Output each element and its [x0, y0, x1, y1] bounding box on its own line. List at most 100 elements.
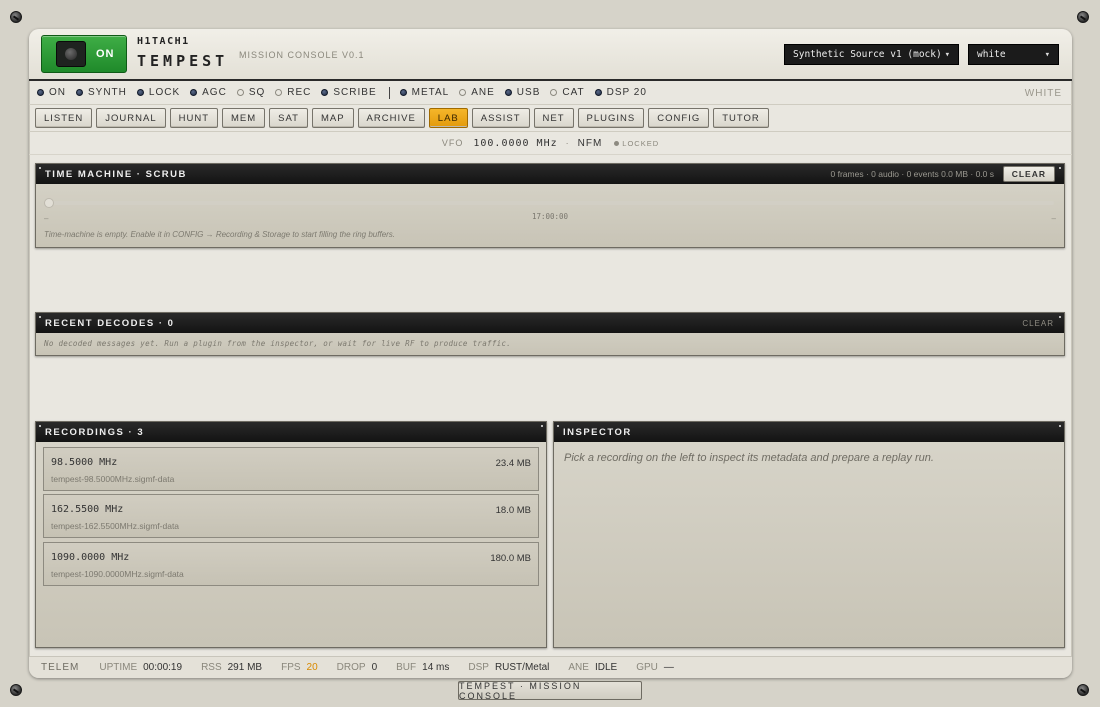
tab-plugins[interactable]: PLUGINS: [577, 108, 645, 128]
screw-top-left: [10, 11, 22, 23]
indicator-usb: USB: [504, 87, 541, 98]
inspector-placeholder: Pick a recording on the left to inspect …: [564, 452, 934, 464]
recording-item[interactable]: 162.5500 MHz 18.0 MB tempest-162.5500MHz…: [43, 494, 539, 538]
scrub-end-label: –: [1051, 214, 1056, 223]
tab-journal[interactable]: JOURNAL: [96, 108, 166, 128]
recordings-panel: RECORDINGS · 3 98.5000 MHz 23.4 MB tempe…: [35, 421, 547, 648]
fps-value: 20: [306, 662, 318, 673]
recording-item[interactable]: 98.5000 MHz 23.4 MB tempest-98.5000MHz.s…: [43, 447, 539, 491]
indicator-metal: METAL: [399, 87, 450, 98]
led-icon: [236, 89, 244, 96]
tab-assist[interactable]: ASSIST: [471, 108, 530, 128]
clear-button[interactable]: CLEAR: [1022, 319, 1054, 328]
led-icon: [594, 89, 602, 96]
ane-label: ANE: [568, 662, 589, 673]
theme-select-value: white: [977, 49, 1006, 60]
inspector-panel: INSPECTOR Pick a recording on the left t…: [553, 421, 1065, 648]
brand-name: TEMPEST: [137, 52, 229, 70]
scrub-handle[interactable]: [44, 198, 54, 208]
led-icon: [190, 89, 198, 96]
tab-tutor[interactable]: TUTOR: [713, 108, 769, 128]
theme-select[interactable]: white ▾: [968, 44, 1059, 65]
recording-filename: tempest-98.5000MHz.sigmf-data: [51, 474, 175, 484]
telemetry-label: TELEM: [41, 662, 80, 673]
led-icon: [76, 89, 83, 96]
indicator-lock: LOCK: [136, 87, 180, 98]
indicator-sq: SQ: [236, 87, 265, 98]
ane-value: IDLE: [594, 662, 618, 673]
brand-subtitle: MISSION CONSOLE V0.1: [239, 50, 365, 60]
tab-listen[interactable]: LISTEN: [35, 108, 93, 128]
buf-label: BUF: [396, 662, 417, 673]
scrub-slider[interactable]: [44, 198, 1054, 208]
uptime-label: UPTIME: [99, 662, 138, 673]
scrub-time-label: 17:00:00: [531, 212, 569, 221]
vfo-bar: VFO 100.0000 MHz · NFM LOCKED: [29, 132, 1072, 155]
recent-decodes-panel: RECENT DECODES · 0 CLEAR No decoded mess…: [35, 312, 1065, 356]
vfo-separator: ·: [565, 138, 570, 148]
lock-status: LOCKED: [614, 139, 659, 148]
recording-frequency: 98.5000 MHz: [51, 457, 118, 468]
theme-label: WHITE: [1024, 88, 1062, 99]
recording-frequency: 1090.0000 MHz: [51, 552, 130, 563]
led-icon: [504, 89, 512, 96]
led-icon: [399, 89, 407, 96]
chevron-down-icon: ▾: [1044, 49, 1050, 60]
drop-label: DROP: [336, 662, 366, 673]
vfo-mode[interactable]: NFM: [578, 138, 603, 149]
led-icon: [459, 89, 467, 96]
screw-bottom-right: [1077, 684, 1089, 696]
empty-note: No decoded messages yet. Run a plugin fr…: [44, 339, 512, 348]
dsp-label: DSP: [468, 662, 489, 673]
gpu-value: —: [663, 662, 674, 673]
panel-header: RECORDINGS · 3: [36, 422, 546, 442]
header: ON H1TACH1 TEMPEST MISSION CONSOLE V0.1 …: [29, 29, 1072, 81]
indicator-synth: SYNTH: [76, 87, 127, 98]
source-select[interactable]: Synthetic Source v1 (mock) ▾: [784, 44, 959, 65]
tab-archive[interactable]: ARCHIVE: [357, 108, 425, 128]
time-machine-stats: 0 frames · 0 audio · 0 events 0.0 MB · 0…: [830, 169, 994, 179]
lock-dot-icon: [614, 140, 620, 146]
rss-label: RSS: [201, 662, 222, 673]
dsp-value: RUST/Metal: [494, 662, 550, 673]
indicator-on: ON: [37, 87, 66, 98]
panel-title: RECORDINGS · 3: [45, 426, 145, 438]
vfo-frequency[interactable]: 100.0000 MHz: [473, 138, 557, 149]
indicator-rec: REC: [275, 87, 311, 98]
tab-bar: LISTEN JOURNAL HUNT MEM SAT MAP ARCHIVE …: [29, 105, 1072, 132]
clear-button[interactable]: CLEAR: [1002, 166, 1055, 182]
tab-map[interactable]: MAP: [311, 108, 354, 128]
brand-vendor: H1TACH1: [137, 36, 190, 47]
tab-mem[interactable]: MEM: [222, 108, 266, 128]
tab-lab[interactable]: LAB: [428, 108, 468, 128]
time-machine-panel: TIME MACHINE · SCRUB 0 frames · 0 audio …: [35, 163, 1065, 248]
drop-value: 0: [371, 662, 378, 673]
recording-item[interactable]: 1090.0000 MHz 180.0 MB tempest-1090.0000…: [43, 542, 539, 586]
indicator-agc: AGC: [190, 87, 227, 98]
tab-sat[interactable]: SAT: [269, 108, 308, 128]
screw-bottom-left: [10, 684, 22, 696]
power-knob-icon: [56, 41, 86, 67]
panel-header: RECENT DECODES · 0 CLEAR: [36, 313, 1064, 333]
tab-hunt[interactable]: HUNT: [169, 108, 218, 128]
indicator-dsp: DSP 20: [594, 87, 647, 98]
lock-status-label: LOCKED: [622, 138, 660, 148]
tab-config[interactable]: CONFIG: [648, 108, 710, 128]
rss-value: 291 MB: [227, 662, 263, 673]
indicator-cat: CAT: [550, 87, 584, 98]
source-select-value: Synthetic Source v1 (mock): [793, 49, 942, 60]
power-button[interactable]: ON: [41, 35, 127, 73]
led-icon: [136, 89, 144, 96]
recording-size: 180.0 MB: [490, 553, 531, 564]
recording-size: 23.4 MB: [495, 458, 531, 469]
recording-filename: tempest-162.5500MHz.sigmf-data: [51, 521, 180, 531]
recording-size: 18.0 MB: [495, 505, 531, 516]
gpu-label: GPU: [636, 662, 658, 673]
mission-console: ON H1TACH1 TEMPEST MISSION CONSOLE V0.1 …: [29, 29, 1072, 678]
recording-frequency: 162.5500 MHz: [51, 504, 124, 515]
led-icon: [550, 89, 558, 96]
buf-value: 14 ms: [422, 662, 450, 673]
indicator-row: ON SYNTH LOCK AGC SQ REC SCRIBE METAL AN…: [29, 81, 1072, 105]
panel-title: INSPECTOR: [563, 426, 632, 438]
tab-net[interactable]: NET: [533, 108, 574, 128]
